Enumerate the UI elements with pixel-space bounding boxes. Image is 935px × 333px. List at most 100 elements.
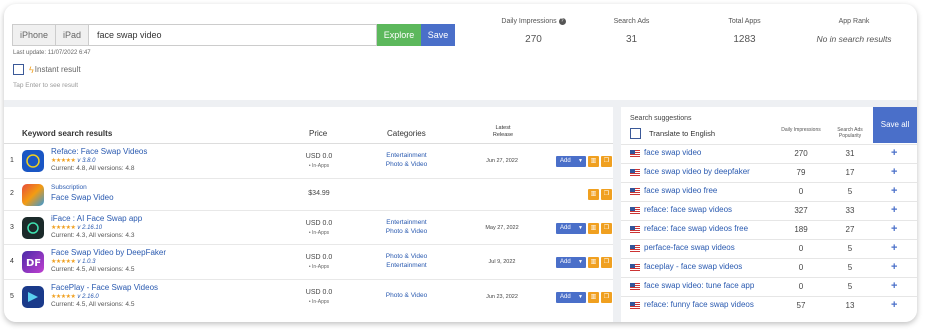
- add-label: Add: [560, 158, 571, 164]
- add-keyword-icon[interactable]: +: [891, 166, 897, 178]
- app-name[interactable]: Face Swap Video by DeepFaker: [51, 248, 166, 257]
- col-daily-impressions[interactable]: Daily Impressions: [781, 127, 821, 133]
- chart-icon[interactable]: ▥: [588, 223, 599, 234]
- suggestion-keyword[interactable]: face swap video: [644, 148, 701, 157]
- rating-stars: ★★★★★ v 3.8.0: [51, 157, 95, 164]
- add-button[interactable]: Add ▼: [556, 223, 586, 234]
- app-icon[interactable]: DF: [22, 251, 44, 273]
- chart-icon[interactable]: ▥: [588, 189, 599, 200]
- category-link[interactable]: Photo & Video: [374, 292, 439, 299]
- copy-icon[interactable]: ❐: [601, 156, 612, 167]
- app-name[interactable]: FacePlay - Face Swap Videos: [51, 283, 158, 292]
- stat-value: No in search results: [816, 34, 892, 44]
- suggestion-row[interactable]: face swap video free 0 5 +: [621, 182, 917, 201]
- app-version: v 1.0.3: [77, 259, 96, 265]
- suggestion-keyword[interactable]: reface: funny face swap videos: [644, 300, 754, 309]
- suggestion-row[interactable]: reface: funny face swap videos 57 13 +: [621, 296, 917, 315]
- suggestion-row[interactable]: faceplay - face swap videos 0 5 +: [621, 258, 917, 277]
- app-name[interactable]: Face Swap Video: [51, 193, 114, 202]
- tab-ipad[interactable]: iPad: [56, 24, 90, 46]
- suggestions-title: Search suggestions: [630, 115, 692, 122]
- col-search-ads-popularity[interactable]: Search Ads Popularity: [829, 127, 871, 139]
- table-row[interactable]: 1 Reface: Face Swap Videos ★★★★★ v 3.8.0 …: [4, 144, 613, 179]
- suggestion-row[interactable]: reface: face swap videos 327 33 +: [621, 201, 917, 220]
- translate-checkbox[interactable]: [630, 128, 641, 139]
- suggestion-impressions: 189: [794, 225, 808, 234]
- translate-toggle[interactable]: Translate to English: [630, 128, 715, 139]
- add-keyword-icon[interactable]: +: [891, 280, 897, 292]
- suggestion-keyword[interactable]: reface: face swap videos free: [644, 224, 748, 233]
- suggestion-keyword[interactable]: face swap video: tune face app: [644, 281, 754, 290]
- copy-icon[interactable]: ❐: [601, 292, 612, 303]
- category-link[interactable]: Entertainment: [374, 152, 439, 159]
- app-icon[interactable]: [22, 217, 44, 239]
- in-app-badge: • In-Apps: [308, 264, 330, 270]
- category-link[interactable]: Photo & Video: [374, 253, 439, 260]
- table-row[interactable]: 4 DF Face Swap Video by DeepFaker ★★★★★ v…: [4, 245, 613, 280]
- tap-enter-hint: Tap Enter to see result: [13, 82, 79, 89]
- instant-result-checkbox[interactable]: [13, 64, 24, 75]
- chart-icon[interactable]: ▥: [588, 156, 599, 167]
- suggestion-row[interactable]: face swap video by deepfaker 79 17 +: [621, 163, 917, 182]
- add-button[interactable]: Add ▼: [556, 156, 586, 167]
- release-date: Jul 9, 2022: [488, 259, 516, 265]
- stat-value: 270: [525, 34, 542, 45]
- chart-icon[interactable]: ▥: [588, 257, 599, 268]
- app-icon[interactable]: [22, 184, 44, 206]
- add-button[interactable]: Add ▼: [556, 257, 586, 268]
- add-keyword-icon[interactable]: +: [891, 223, 897, 235]
- suggestion-row[interactable]: face swap video 270 31 +: [621, 144, 917, 163]
- us-flag-icon: [630, 302, 640, 309]
- app-icon[interactable]: [22, 150, 44, 172]
- add-keyword-icon[interactable]: +: [891, 204, 897, 216]
- suggestion-row[interactable]: reface: face swap videos free 189 27 +: [621, 220, 917, 239]
- save-button[interactable]: Save: [421, 24, 455, 46]
- app-window: iPhone iPad face swap video Explore Save…: [4, 4, 917, 322]
- copy-icon[interactable]: ❐: [601, 223, 612, 234]
- suggestion-keyword[interactable]: reface: face swap videos: [644, 205, 732, 214]
- instant-result-toggle[interactable]: ϟ Instant result: [13, 64, 81, 75]
- table-row[interactable]: 2 Subscription Face Swap Video $34.99 ▥ …: [4, 179, 613, 211]
- suggestion-keyword[interactable]: face swap video free: [644, 186, 717, 195]
- table-row[interactable]: 3 iFace : AI Face Swap app ★★★★★ v 2.16.1…: [4, 211, 613, 245]
- suggestion-keyword[interactable]: faceplay - face swap videos: [644, 262, 742, 271]
- app-name[interactable]: iFace : AI Face Swap app: [51, 214, 142, 223]
- col-latest-release[interactable]: Latest Release: [486, 125, 520, 139]
- add-keyword-icon[interactable]: +: [891, 147, 897, 159]
- suggestion-keyword[interactable]: face swap video by deepfaker: [644, 167, 750, 176]
- app-icon[interactable]: [22, 286, 44, 308]
- category-link[interactable]: Photo & Video: [374, 161, 439, 168]
- keyword-results-panel: Keyword search results Price Categories …: [4, 107, 613, 322]
- suggestion-keyword[interactable]: perface-face swap videos: [644, 243, 735, 252]
- add-keyword-icon[interactable]: +: [891, 185, 897, 197]
- us-flag-icon: [630, 283, 640, 290]
- category-link[interactable]: Entertainment: [374, 262, 439, 269]
- explore-button[interactable]: Explore: [377, 24, 421, 46]
- in-app-badge: • In-Apps: [308, 299, 330, 305]
- copy-icon[interactable]: ❐: [601, 189, 612, 200]
- add-keyword-icon[interactable]: +: [891, 261, 897, 273]
- suggestion-impressions: 0: [798, 263, 804, 272]
- save-all-button[interactable]: Save all: [873, 107, 917, 143]
- category-link[interactable]: Photo & Video: [374, 228, 439, 235]
- category-link[interactable]: Entertainment: [374, 219, 439, 226]
- table-row[interactable]: 5 FacePlay - Face Swap Videos ★★★★★ v 2.1…: [4, 280, 613, 322]
- add-button[interactable]: Add ▼: [556, 292, 586, 303]
- add-keyword-icon[interactable]: +: [891, 242, 897, 254]
- rating-summary: Current: 4.5, All versions: 4.5: [51, 301, 135, 308]
- question-circle-icon[interactable]: ?: [558, 18, 566, 25]
- app-name[interactable]: Reface: Face Swap Videos: [51, 147, 147, 156]
- chart-icon[interactable]: ▥: [588, 292, 599, 303]
- copy-icon[interactable]: ❐: [601, 257, 612, 268]
- row-number: 2: [10, 190, 14, 197]
- rating-stars: ★★★★★ v 1.0.3: [51, 258, 95, 265]
- suggestion-row[interactable]: face swap video: tune face app 0 5 +: [621, 277, 917, 296]
- app-price: $34.99: [308, 190, 330, 197]
- tab-iphone[interactable]: iPhone: [12, 24, 57, 46]
- svg-text:DF: DF: [26, 258, 41, 269]
- suggestion-row[interactable]: perface-face swap videos 0 5 +: [621, 239, 917, 258]
- add-keyword-icon[interactable]: +: [891, 299, 897, 311]
- col-price[interactable]: Price: [309, 129, 327, 138]
- col-categories[interactable]: Categories: [387, 129, 426, 138]
- keyword-search-input[interactable]: face swap video: [89, 24, 377, 46]
